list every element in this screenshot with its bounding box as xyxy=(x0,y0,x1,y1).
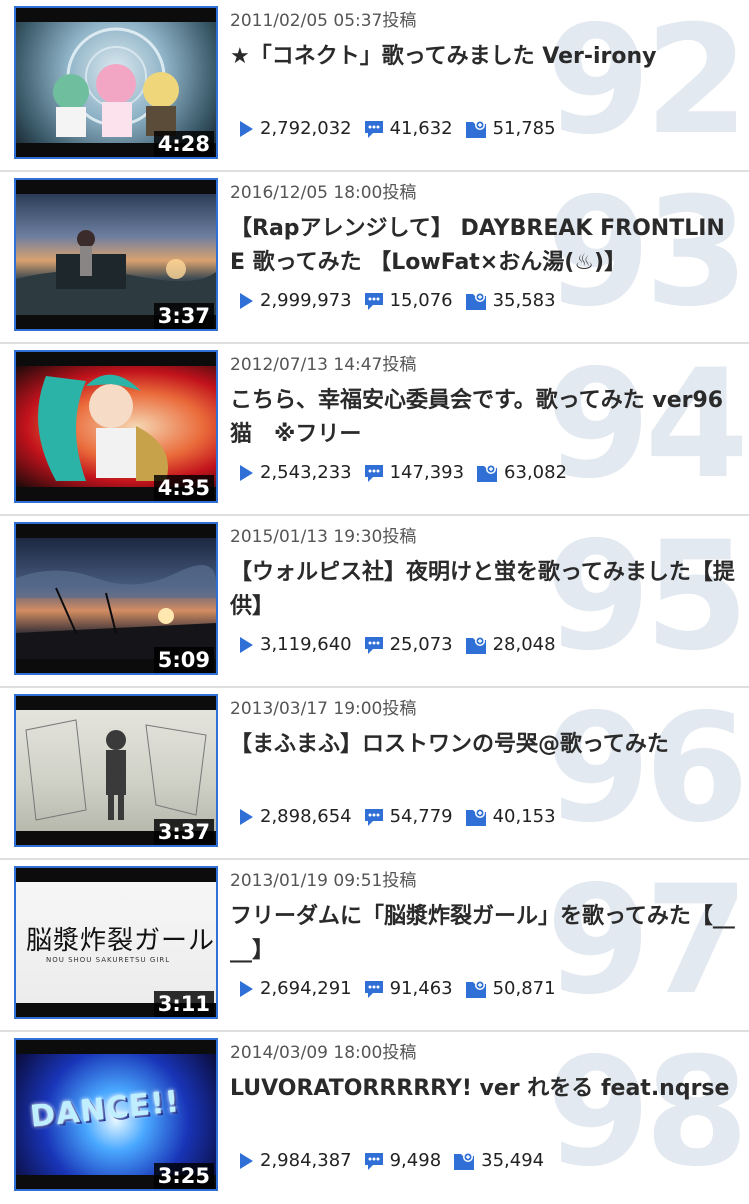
play-icon xyxy=(240,1152,253,1169)
mylist-icon xyxy=(465,119,486,138)
thumbnail-image xyxy=(16,538,216,659)
comment-icon xyxy=(364,120,383,138)
comment-icon xyxy=(364,980,383,998)
thumbnail-subcaption: NOU SHOU SAKURETSU GIRL xyxy=(46,956,171,964)
play-icon xyxy=(240,464,253,481)
comment-count: 25,073 xyxy=(389,634,453,655)
video-duration: 3:25 xyxy=(153,1163,214,1189)
thumbnail-image: DANCE!! xyxy=(16,1054,216,1175)
video-thumbnail[interactable]: 4:35 xyxy=(14,350,218,503)
posted-date: 2016/12/05 18:00投稿 xyxy=(230,183,417,203)
view-count: 2,792,032 xyxy=(260,118,352,139)
mylist-icon xyxy=(465,635,486,654)
video-list-item[interactable]: 94 4:35 2012/07/13 14:47投稿 こちら、幸福安心委員会です… xyxy=(0,344,749,516)
video-thumbnail[interactable]: 5:09 xyxy=(14,522,218,675)
video-stats: 2,792,032 41,632 51,785 xyxy=(238,118,568,139)
mylist-count: 51,785 xyxy=(492,118,556,139)
comment-count: 41,632 xyxy=(389,118,453,139)
video-title-link[interactable]: 【ウォルピス社】夜明けと蛍を歌ってみました【提供】 xyxy=(230,556,739,624)
posted-date: 2012/07/13 14:47投稿 xyxy=(230,355,417,375)
video-duration: 4:28 xyxy=(153,131,214,157)
comment-count: 15,076 xyxy=(389,290,453,311)
mylist-icon xyxy=(465,979,486,998)
play-icon xyxy=(240,636,253,653)
play-icon xyxy=(240,292,253,309)
play-icon xyxy=(240,120,253,137)
video-duration: 3:11 xyxy=(153,991,214,1017)
posted-date: 2014/03/09 18:00投稿 xyxy=(230,1043,417,1063)
comment-icon xyxy=(364,636,383,654)
video-stats: 2,984,387 9,498 35,494 xyxy=(238,1150,556,1171)
thumbnail-image xyxy=(16,22,216,143)
view-count: 2,694,291 xyxy=(260,978,352,999)
view-count: 2,543,233 xyxy=(260,462,352,483)
video-title-link[interactable]: フリーダムに「脳漿炸裂ガール」を歌ってみた【____】 xyxy=(230,900,739,968)
video-duration: 3:37 xyxy=(153,819,214,845)
video-thumbnail[interactable]: 脳漿炸裂ガール NOU SHOU SAKURETSU GIRL 3:11 xyxy=(14,866,218,1019)
thumbnail-image xyxy=(16,366,216,487)
comment-count: 147,393 xyxy=(389,462,465,483)
posted-date: 2013/01/19 09:51投稿 xyxy=(230,871,417,891)
mylist-icon xyxy=(465,807,486,826)
thumbnail-caption: DANCE!! xyxy=(28,1084,182,1135)
video-list-item[interactable]: 98 DANCE!! 3:25 2014/03/09 18:00投稿 LUVOR… xyxy=(0,1032,749,1204)
thumbnail-image xyxy=(16,710,216,831)
mylist-count: 35,583 xyxy=(492,290,556,311)
view-count: 3,119,640 xyxy=(260,634,352,655)
comment-icon xyxy=(364,292,383,310)
mylist-icon xyxy=(465,291,486,310)
video-title-link[interactable]: 【Rapアレンジして】 DAYBREAK FRONTLINE 歌ってみた 【Lo… xyxy=(230,212,739,280)
video-thumbnail[interactable]: 4:28 xyxy=(14,6,218,159)
play-icon xyxy=(240,980,253,997)
video-title-link[interactable]: ★「コネクト」歌ってみました Ver-irony xyxy=(230,40,739,74)
posted-date: 2013/03/17 19:00投稿 xyxy=(230,699,417,719)
mylist-count: 63,082 xyxy=(504,462,568,483)
video-duration: 4:35 xyxy=(153,475,214,501)
view-count: 2,999,973 xyxy=(260,290,352,311)
video-duration: 3:37 xyxy=(153,303,214,329)
mylist-count: 35,494 xyxy=(481,1150,545,1171)
thumbnail-image xyxy=(16,194,216,315)
mylist-icon xyxy=(454,1151,475,1170)
video-list-item[interactable]: 93 3:37 2016/12/05 18:00投稿 【Rapアレンジして】 D… xyxy=(0,172,749,344)
mylist-count: 28,048 xyxy=(492,634,556,655)
view-count: 2,984,387 xyxy=(260,1150,352,1171)
video-title-link[interactable]: LUVORATORRRRRY! ver れをる feat.nqrse xyxy=(230,1072,739,1106)
video-stats: 2,898,654 54,779 40,153 xyxy=(238,806,568,827)
video-list-item[interactable]: 96 3:37 2013/03/17 19:00投稿 【まふまふ】ロストワンの号… xyxy=(0,688,749,860)
video-stats: 2,694,291 91,463 50,871 xyxy=(238,978,568,999)
comment-icon xyxy=(364,808,383,826)
video-stats: 2,999,973 15,076 35,583 xyxy=(238,290,568,311)
video-title-link[interactable]: こちら、幸福安心委員会です。歌ってみた ver96猫 ※フリー xyxy=(230,384,739,452)
posted-date: 2011/02/05 05:37投稿 xyxy=(230,11,417,31)
mylist-icon xyxy=(477,463,498,482)
video-stats: 2,543,233 147,393 63,082 xyxy=(238,462,579,483)
thumbnail-image: 脳漿炸裂ガール NOU SHOU SAKURETSU GIRL xyxy=(16,882,216,1003)
video-list-item[interactable]: 97 脳漿炸裂ガール NOU SHOU SAKURETSU GIRL 3:11 … xyxy=(0,860,749,1032)
thumbnail-caption: 脳漿炸裂ガール xyxy=(26,926,216,956)
video-duration: 5:09 xyxy=(153,647,214,673)
mylist-count: 50,871 xyxy=(492,978,556,999)
view-count: 2,898,654 xyxy=(260,806,352,827)
comment-count: 9,498 xyxy=(389,1150,442,1171)
video-thumbnail[interactable]: 3:37 xyxy=(14,694,218,847)
posted-date: 2015/01/13 19:30投稿 xyxy=(230,527,417,547)
play-icon xyxy=(240,808,253,825)
video-list-item[interactable]: 95 5:09 2015/01/13 19:30投稿 【ウォルピス社】夜明けと蛍… xyxy=(0,516,749,688)
comment-icon xyxy=(364,1152,383,1170)
video-thumbnail[interactable]: DANCE!! 3:25 xyxy=(14,1038,218,1191)
video-list-item[interactable]: 92 4:28 2011/02/05 05:37投稿 ★「コネクト」歌ってみまし… xyxy=(0,0,749,172)
video-thumbnail[interactable]: 3:37 xyxy=(14,178,218,331)
video-ranking-list: 92 4:28 2011/02/05 05:37投稿 ★「コネクト」歌ってみまし… xyxy=(0,0,749,1204)
video-title-link[interactable]: 【まふまふ】ロストワンの号哭@歌ってみた xyxy=(230,728,739,762)
video-stats: 3,119,640 25,073 28,048 xyxy=(238,634,568,655)
comment-icon xyxy=(364,464,383,482)
mylist-count: 40,153 xyxy=(492,806,556,827)
comment-count: 54,779 xyxy=(389,806,453,827)
comment-count: 91,463 xyxy=(389,978,453,999)
